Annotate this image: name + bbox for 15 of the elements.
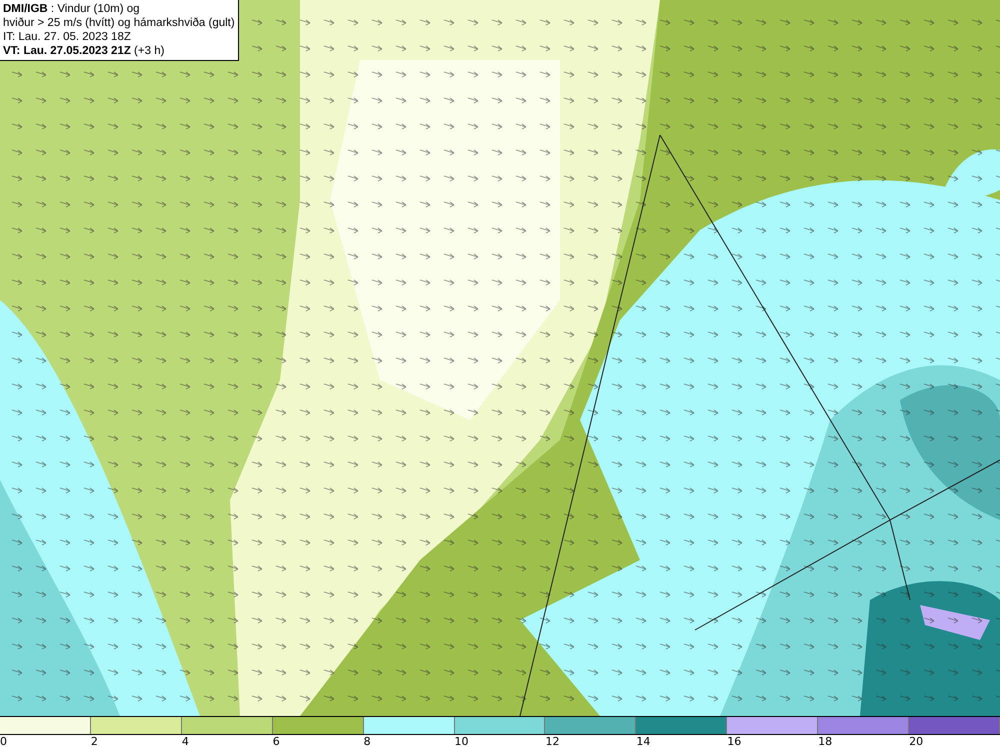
legend-label: 2 — [90, 735, 98, 747]
legend-label: 20 — [909, 735, 924, 747]
legend-label: 4 — [182, 735, 189, 747]
legend-label: 16 — [727, 735, 742, 747]
legend-label: 6 — [272, 735, 280, 747]
legend-label: 14 — [636, 735, 650, 747]
legend-label: 10 — [454, 735, 469, 747]
legend-label: 18 — [818, 735, 832, 747]
title-line: VT: Lau. 27.05.2023 21Z (+3 h) — [3, 44, 166, 58]
title-line: DMI/IGB : Vindur (10m) og — [3, 2, 141, 16]
legend-label: 8 — [364, 735, 371, 747]
legend-label: 12 — [545, 735, 560, 747]
legend-label: 0 — [0, 735, 7, 747]
title-line: hviður > 25 m/s (hvítt) og hámarkshviða (gult) — [3, 16, 235, 30]
title-line: IT: Lau. 27. 05. 2023 18Z — [3, 30, 132, 44]
